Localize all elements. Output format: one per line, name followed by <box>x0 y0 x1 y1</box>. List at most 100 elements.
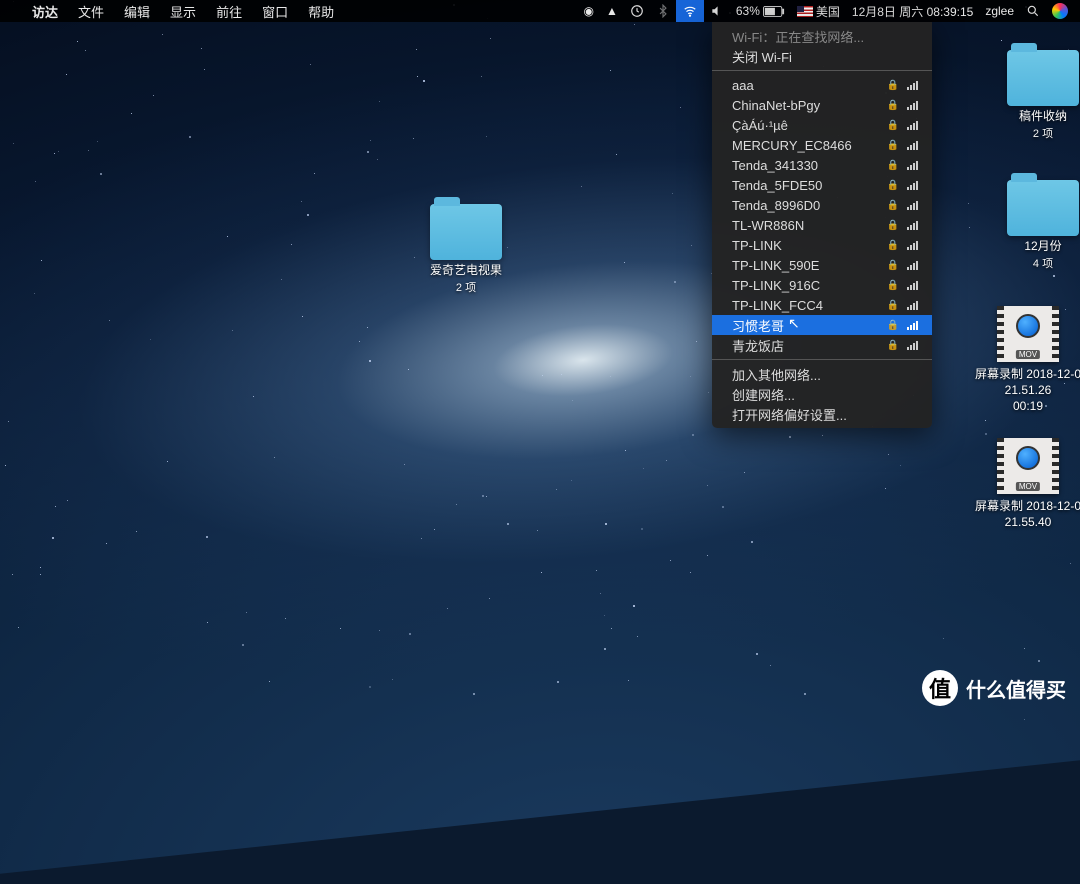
wifi-network-item[interactable]: Tenda_5FDE50🔒 <box>712 175 932 195</box>
lock-icon: 🔒 <box>887 340 899 351</box>
wifi-network-name: TL-WR886N <box>732 218 887 233</box>
wifi-signal-icon <box>907 121 918 130</box>
wifi-network-item[interactable]: TP-LINK_590E🔒 <box>712 255 932 275</box>
wifi-turn-off[interactable]: 关闭 Wi-Fi <box>712 46 932 66</box>
lock-icon: 🔒 <box>887 280 899 291</box>
wifi-signal-icon <box>907 181 918 190</box>
lock-icon: 🔒 <box>887 300 899 311</box>
lock-icon: 🔒 <box>887 240 899 251</box>
folder-icon <box>1007 180 1079 236</box>
battery-status[interactable]: 63% <box>730 4 791 18</box>
wifi-open-prefs[interactable]: 打开网络偏好设置... <box>712 404 932 424</box>
wifi-network-item[interactable]: TP-LINK_FCC4🔒 <box>712 295 932 315</box>
wifi-status: Wi-Fi：正在查找网络... <box>712 26 932 46</box>
wifi-network-item[interactable]: 青龙饭店🔒 <box>712 335 932 355</box>
wifi-signal-icon <box>907 241 918 250</box>
wifi-network-name: ChinaNet-bPgy <box>732 98 887 113</box>
lock-icon: 🔒 <box>887 220 899 231</box>
folder-label: 稿件收纳 <box>998 109 1080 125</box>
mov-thumbnail: MOV <box>997 306 1059 362</box>
watermark: 值 什么值得买 <box>922 670 1066 706</box>
lock-icon: 🔒 <box>887 120 899 131</box>
volume-icon[interactable] <box>704 4 730 18</box>
wifi-signal-icon <box>907 101 918 110</box>
wifi-network-name: TP-LINK_590E <box>732 258 887 273</box>
desktop-folder-iqiyi[interactable]: 爱奇艺电视果 2 项 <box>421 204 511 295</box>
folder-icon <box>1007 50 1079 106</box>
wifi-signal-icon <box>907 261 918 270</box>
lock-icon: 🔒 <box>887 200 899 211</box>
wifi-menu-icon[interactable] <box>676 0 704 22</box>
wifi-signal-icon <box>907 321 918 330</box>
wifi-signal-icon <box>907 341 918 350</box>
wifi-create-network[interactable]: 创建网络... <box>712 384 932 404</box>
menu-item[interactable]: 文件 <box>68 5 114 20</box>
datetime[interactable]: 12月8日 周六 08:39:15 <box>846 3 979 20</box>
user-menu[interactable]: zglee <box>979 4 1020 18</box>
menu-item[interactable]: 窗口 <box>252 5 298 20</box>
wifi-network-name: 青龙饭店 <box>732 336 887 355</box>
wifi-signal-icon <box>907 81 918 90</box>
timemachine-icon[interactable] <box>624 4 650 18</box>
wifi-signal-icon <box>907 201 918 210</box>
wifi-signal-icon <box>907 161 918 170</box>
app-menu-finder[interactable]: 访达 <box>22 5 68 20</box>
wifi-network-name: TP-LINK_916C <box>732 278 887 293</box>
wifi-signal-icon <box>907 141 918 150</box>
input-source[interactable]: 美国 <box>791 3 846 20</box>
lock-icon: 🔒 <box>887 140 899 151</box>
wifi-network-name: 习惯老哥 <box>732 316 887 335</box>
menu-item[interactable]: 编辑 <box>114 5 160 20</box>
wifi-network-item[interactable]: 习惯老哥↖🔒 <box>712 315 932 335</box>
folder-label: 爱奇艺电视果 <box>421 263 511 279</box>
file-label: 屏幕录制 2018-12-0 21.55.40 <box>963 498 1080 530</box>
wifi-network-item[interactable]: ÇàÁú·¹µê🔒 <box>712 115 932 135</box>
lock-icon: 🔒 <box>887 260 899 271</box>
wifi-network-item[interactable]: aaa🔒 <box>712 75 932 95</box>
wifi-network-item[interactable]: TP-LINK_916C🔒 <box>712 275 932 295</box>
wifi-join-other[interactable]: 加入其他网络... <box>712 364 932 384</box>
menu-item[interactable]: 前往 <box>206 5 252 20</box>
lock-icon: 🔒 <box>887 80 899 91</box>
battery-percent: 63% <box>736 4 760 18</box>
menu-item[interactable]: 帮助 <box>298 5 344 20</box>
folder-count: 2 项 <box>421 279 511 295</box>
flag-us-icon <box>797 6 813 17</box>
input-source-label: 美国 <box>816 3 840 20</box>
screenrec-icon[interactable]: ◉ <box>577 4 599 18</box>
separator <box>712 70 932 71</box>
wifi-network-name: Tenda_341330 <box>732 158 887 173</box>
desktop-folder-december[interactable]: 12月份 4 项 <box>998 180 1080 271</box>
wifi-network-item[interactable]: TL-WR886N🔒 <box>712 215 932 235</box>
desktop-file-mov1[interactable]: MOV 屏幕录制 2018-12-0 21.51.26 00:19 <box>963 306 1080 415</box>
wifi-network-item[interactable]: ChinaNet-bPgy🔒 <box>712 95 932 115</box>
watermark-badge: 值 <box>922 670 958 706</box>
wifi-network-name: TP-LINK_FCC4 <box>732 298 887 313</box>
folder-icon <box>430 204 502 260</box>
app-icon[interactable]: ▲ <box>600 4 624 18</box>
wifi-dropdown: Wi-Fi：正在查找网络... 关闭 Wi-Fi aaa🔒ChinaNet-bP… <box>712 22 932 428</box>
menu-item[interactable]: 显示 <box>160 5 206 20</box>
wifi-network-item[interactable]: TP-LINK🔒 <box>712 235 932 255</box>
siri-icon[interactable] <box>1046 3 1074 19</box>
spotlight-icon[interactable] <box>1020 4 1046 18</box>
wifi-network-item[interactable]: MERCURY_EC8466🔒 <box>712 135 932 155</box>
wifi-network-name: ÇàÁú·¹µê <box>732 118 887 133</box>
desktop-file-mov2[interactable]: MOV 屏幕录制 2018-12-0 21.55.40 <box>963 438 1080 530</box>
bluetooth-icon[interactable] <box>650 4 676 18</box>
lock-icon: 🔒 <box>887 100 899 111</box>
lock-icon: 🔒 <box>887 180 899 191</box>
watermark-text: 什么值得买 <box>966 674 1066 703</box>
wifi-network-name: Tenda_5FDE50 <box>732 178 887 193</box>
wifi-network-item[interactable]: Tenda_8996D0🔒 <box>712 195 932 215</box>
menu-bar: 访达文件编辑显示前往窗口帮助 ◉ ▲ 63% 美国 12月8日 周六 08:39… <box>0 0 1080 22</box>
file-label: 屏幕录制 2018-12-0 21.51.26 00:19 <box>963 366 1080 415</box>
wifi-network-name: TP-LINK <box>732 238 887 253</box>
desktop-folder-drafts[interactable]: 稿件收纳 2 项 <box>998 50 1080 141</box>
wifi-network-name: aaa <box>732 78 887 93</box>
separator <box>712 359 932 360</box>
folder-count: 2 项 <box>998 125 1080 141</box>
wifi-network-item[interactable]: Tenda_341330🔒 <box>712 155 932 175</box>
folder-count: 4 项 <box>998 255 1080 271</box>
lock-icon: 🔒 <box>887 320 899 331</box>
